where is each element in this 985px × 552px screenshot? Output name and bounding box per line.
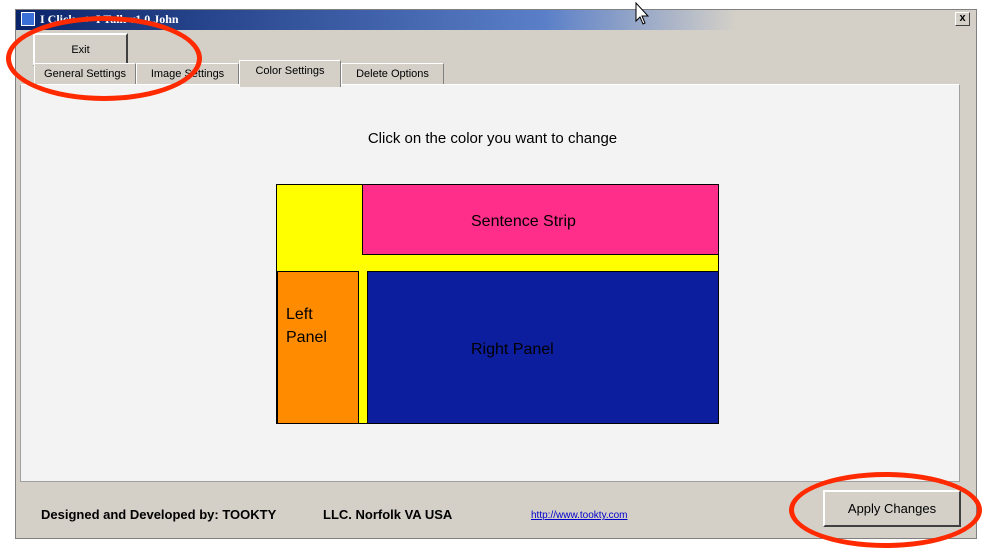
apply-changes-button[interactable]: Apply Changes bbox=[823, 490, 961, 527]
credit-text: Designed and Developed by: TOOKTY bbox=[41, 507, 277, 522]
tab-delete-options[interactable]: Delete Options bbox=[341, 63, 444, 85]
left-panel-label-line2: Panel bbox=[286, 329, 327, 346]
left-panel-label-line1: Left bbox=[286, 306, 313, 323]
right-panel-color-zone[interactable]: Right Panel bbox=[367, 271, 719, 424]
location-text: LLC. Norfolk VA USA bbox=[323, 507, 453, 522]
sentence-strip-label: Sentence Strip bbox=[471, 213, 576, 230]
exit-button[interactable]: Exit bbox=[33, 33, 128, 66]
app-icon bbox=[21, 12, 35, 26]
sentence-strip-color-zone[interactable]: Sentence Strip bbox=[362, 184, 719, 255]
tab-color-settings[interactable]: Color Settings bbox=[239, 60, 341, 87]
tab-image-settings[interactable]: Image Settings bbox=[136, 63, 239, 85]
tab-general-settings[interactable]: General Settings bbox=[34, 63, 136, 85]
left-panel-color-zone[interactable]: Left Panel bbox=[277, 271, 359, 424]
window-title: I Click --> I Talk v1.0 John bbox=[40, 12, 179, 26]
title-bar[interactable]: I Click --> I Talk v1.0 John x bbox=[16, 10, 976, 30]
right-panel-label: Right Panel bbox=[471, 341, 554, 358]
website-link[interactable]: http://www.tookty.com bbox=[531, 510, 628, 521]
close-button[interactable]: x bbox=[955, 12, 970, 26]
mouse-cursor-icon bbox=[635, 2, 650, 25]
instruction-text: Click on the color you want to change bbox=[367, 130, 618, 147]
